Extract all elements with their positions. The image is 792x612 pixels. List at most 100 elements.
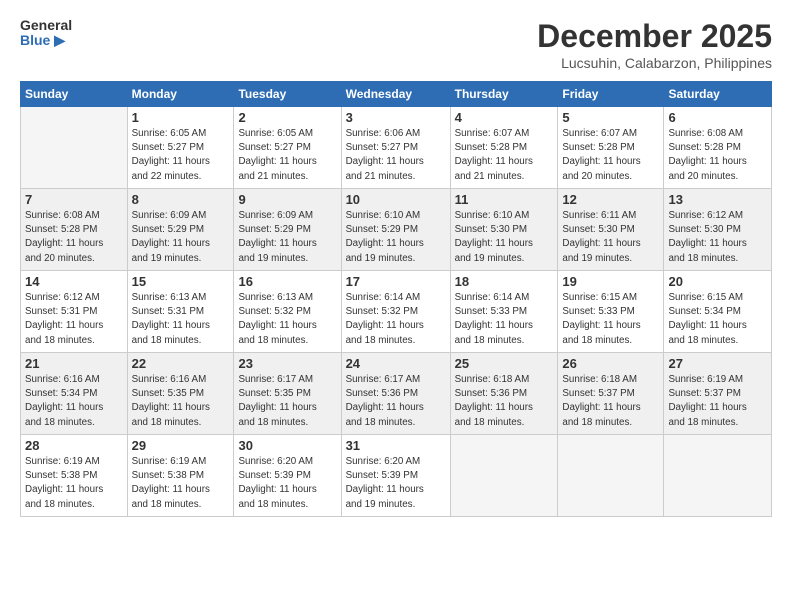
header: General Blue ▶ December 2025 Lucsuhin, C…: [20, 18, 772, 71]
day-info: Sunrise: 6:18 AM Sunset: 5:36 PM Dayligh…: [455, 373, 554, 430]
day-info: Sunrise: 6:16 AM Sunset: 5:35 PM Dayligh…: [132, 373, 230, 430]
table-row: [558, 435, 664, 517]
table-row: [664, 435, 772, 517]
table-row: 10 Sunrise: 6:10 AM Sunset: 5:29 PM Dayli…: [341, 189, 450, 271]
day-number: 31: [346, 438, 446, 453]
day-info: Sunrise: 6:19 AM Sunset: 5:38 PM Dayligh…: [25, 455, 123, 512]
day-info: Sunrise: 6:10 AM Sunset: 5:30 PM Dayligh…: [455, 209, 554, 266]
day-info: Sunrise: 6:17 AM Sunset: 5:36 PM Dayligh…: [346, 373, 446, 430]
table-row: 11 Sunrise: 6:10 AM Sunset: 5:30 PM Dayli…: [450, 189, 558, 271]
table-row: 26 Sunrise: 6:18 AM Sunset: 5:37 PM Dayli…: [558, 353, 664, 435]
day-info: Sunrise: 6:14 AM Sunset: 5:32 PM Dayligh…: [346, 291, 446, 348]
calendar-week-row: 28 Sunrise: 6:19 AM Sunset: 5:38 PM Dayli…: [21, 435, 772, 517]
day-number: 18: [455, 274, 554, 289]
day-info: Sunrise: 6:06 AM Sunset: 5:27 PM Dayligh…: [346, 127, 446, 184]
day-number: 28: [25, 438, 123, 453]
table-row: 21 Sunrise: 6:16 AM Sunset: 5:34 PM Dayli…: [21, 353, 128, 435]
day-number: 15: [132, 274, 230, 289]
day-number: 10: [346, 192, 446, 207]
day-info: Sunrise: 6:07 AM Sunset: 5:28 PM Dayligh…: [562, 127, 659, 184]
table-row: 24 Sunrise: 6:17 AM Sunset: 5:36 PM Dayli…: [341, 353, 450, 435]
calendar-week-row: 21 Sunrise: 6:16 AM Sunset: 5:34 PM Dayli…: [21, 353, 772, 435]
day-number: 8: [132, 192, 230, 207]
logo-text: General Blue ▶: [20, 18, 72, 49]
day-number: 1: [132, 110, 230, 125]
table-row: 17Sunrise: 6:14 AM Sunset: 5:32 PM Dayli…: [341, 271, 450, 353]
day-number: 4: [455, 110, 554, 125]
day-info: Sunrise: 6:09 AM Sunset: 5:29 PM Dayligh…: [238, 209, 336, 266]
day-number: 27: [668, 356, 767, 371]
table-row: 18 Sunrise: 6:14 AM Sunset: 5:33 PM Dayli…: [450, 271, 558, 353]
day-number: 30: [238, 438, 336, 453]
header-tuesday: Tuesday: [234, 82, 341, 107]
header-thursday: Thursday: [450, 82, 558, 107]
table-row: 20Sunrise: 6:15 AM Sunset: 5:34 PM Dayli…: [664, 271, 772, 353]
day-info: Sunrise: 6:05 AM Sunset: 5:27 PM Dayligh…: [132, 127, 230, 184]
logo: General Blue ▶: [20, 18, 72, 49]
header-friday: Friday: [558, 82, 664, 107]
weekday-header-row: Sunday Monday Tuesday Wednesday Thursday…: [21, 82, 772, 107]
day-info: Sunrise: 6:14 AM Sunset: 5:33 PM Dayligh…: [455, 291, 554, 348]
table-row: 3 Sunrise: 6:06 AM Sunset: 5:27 PM Daylig…: [341, 107, 450, 189]
table-row: 1 Sunrise: 6:05 AM Sunset: 5:27 PM Daylig…: [127, 107, 234, 189]
day-info: Sunrise: 6:16 AM Sunset: 5:34 PM Dayligh…: [25, 373, 123, 430]
table-row: 27 Sunrise: 6:19 AM Sunset: 5:37 PM Dayli…: [664, 353, 772, 435]
table-row: 2Sunrise: 6:05 AM Sunset: 5:27 PM Daylig…: [234, 107, 341, 189]
header-sunday: Sunday: [21, 82, 128, 107]
day-number: 7: [25, 192, 123, 207]
day-info: Sunrise: 6:19 AM Sunset: 5:37 PM Dayligh…: [668, 373, 767, 430]
day-info: Sunrise: 6:12 AM Sunset: 5:31 PM Dayligh…: [25, 291, 123, 348]
day-info: Sunrise: 6:10 AM Sunset: 5:29 PM Dayligh…: [346, 209, 446, 266]
table-row: 23Sunrise: 6:17 AM Sunset: 5:35 PM Dayli…: [234, 353, 341, 435]
day-number: 12: [562, 192, 659, 207]
table-row: 22 Sunrise: 6:16 AM Sunset: 5:35 PM Dayli…: [127, 353, 234, 435]
table-row: 28 Sunrise: 6:19 AM Sunset: 5:38 PM Dayli…: [21, 435, 128, 517]
table-row: 16Sunrise: 6:13 AM Sunset: 5:32 PM Dayli…: [234, 271, 341, 353]
day-number: 6: [668, 110, 767, 125]
table-row: 15 Sunrise: 6:13 AM Sunset: 5:31 PM Dayli…: [127, 271, 234, 353]
day-number: 19: [562, 274, 659, 289]
location: Lucsuhin, Calabarzon, Philippines: [537, 55, 772, 71]
table-row: 9 Sunrise: 6:09 AM Sunset: 5:29 PM Daylig…: [234, 189, 341, 271]
day-number: 14: [25, 274, 123, 289]
day-number: 25: [455, 356, 554, 371]
table-row: 31 Sunrise: 6:20 AM Sunset: 5:39 PM Dayli…: [341, 435, 450, 517]
table-row: [450, 435, 558, 517]
day-number: 24: [346, 356, 446, 371]
day-number: 2: [238, 110, 336, 125]
day-info: Sunrise: 6:09 AM Sunset: 5:29 PM Dayligh…: [132, 209, 230, 266]
day-info: Sunrise: 6:19 AM Sunset: 5:38 PM Dayligh…: [132, 455, 230, 512]
day-info: Sunrise: 6:12 AM Sunset: 5:30 PM Dayligh…: [668, 209, 767, 266]
table-row: 29Sunrise: 6:19 AM Sunset: 5:38 PM Dayli…: [127, 435, 234, 517]
calendar-week-row: 7Sunrise: 6:08 AM Sunset: 5:28 PM Daylig…: [21, 189, 772, 271]
calendar-week-row: 1 Sunrise: 6:05 AM Sunset: 5:27 PM Daylig…: [21, 107, 772, 189]
header-monday: Monday: [127, 82, 234, 107]
day-info: Sunrise: 6:20 AM Sunset: 5:39 PM Dayligh…: [346, 455, 446, 512]
day-number: 22: [132, 356, 230, 371]
calendar-week-row: 14 Sunrise: 6:12 AM Sunset: 5:31 PM Dayli…: [21, 271, 772, 353]
day-info: Sunrise: 6:15 AM Sunset: 5:34 PM Dayligh…: [668, 291, 767, 348]
month-title: December 2025: [537, 18, 772, 55]
day-number: 3: [346, 110, 446, 125]
day-info: Sunrise: 6:20 AM Sunset: 5:39 PM Dayligh…: [238, 455, 336, 512]
day-number: 26: [562, 356, 659, 371]
table-row: 12Sunrise: 6:11 AM Sunset: 5:30 PM Dayli…: [558, 189, 664, 271]
table-row: 5Sunrise: 6:07 AM Sunset: 5:28 PM Daylig…: [558, 107, 664, 189]
day-number: 23: [238, 356, 336, 371]
day-info: Sunrise: 6:07 AM Sunset: 5:28 PM Dayligh…: [455, 127, 554, 184]
day-number: 9: [238, 192, 336, 207]
logo-general: General: [20, 18, 72, 33]
day-number: 11: [455, 192, 554, 207]
table-row: 6Sunrise: 6:08 AM Sunset: 5:28 PM Daylig…: [664, 107, 772, 189]
day-number: 16: [238, 274, 336, 289]
day-number: 13: [668, 192, 767, 207]
table-row: [21, 107, 128, 189]
header-wednesday: Wednesday: [341, 82, 450, 107]
day-number: 21: [25, 356, 123, 371]
logo-blue: Blue ▶: [20, 33, 72, 48]
table-row: 19Sunrise: 6:15 AM Sunset: 5:33 PM Dayli…: [558, 271, 664, 353]
title-block: December 2025 Lucsuhin, Calabarzon, Phil…: [537, 18, 772, 71]
day-info: Sunrise: 6:13 AM Sunset: 5:31 PM Dayligh…: [132, 291, 230, 348]
table-row: 25 Sunrise: 6:18 AM Sunset: 5:36 PM Dayli…: [450, 353, 558, 435]
day-info: Sunrise: 6:18 AM Sunset: 5:37 PM Dayligh…: [562, 373, 659, 430]
